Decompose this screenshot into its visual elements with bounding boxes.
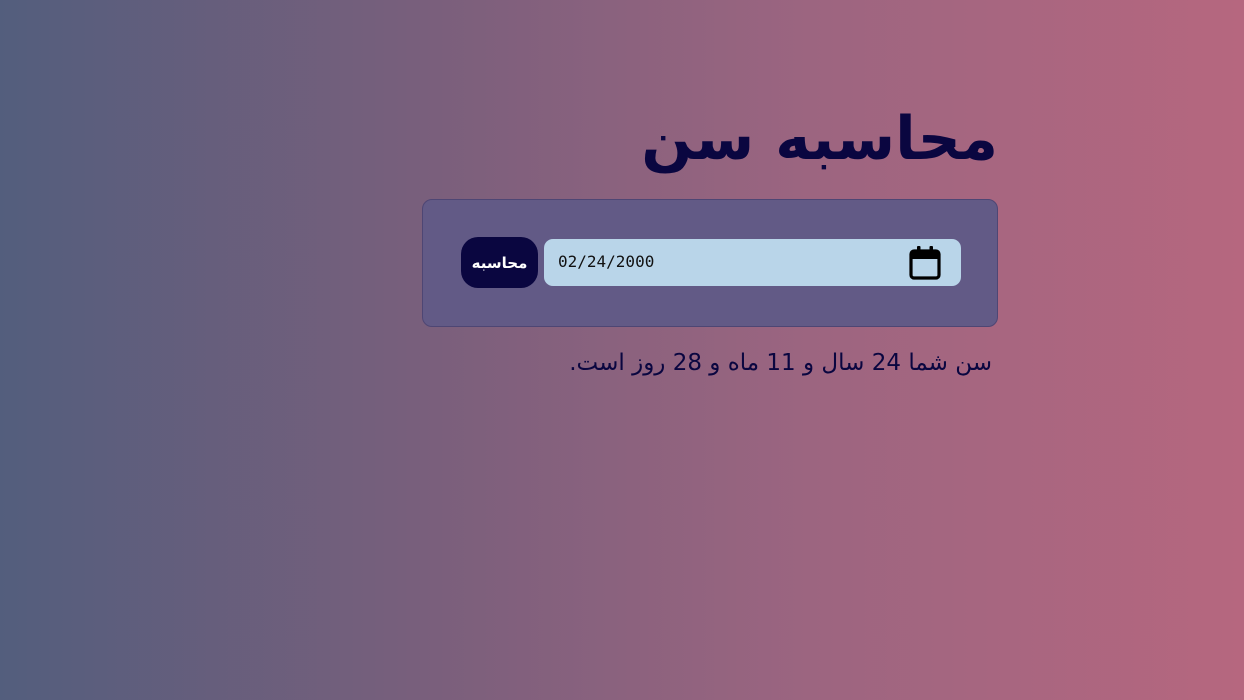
page-title: محاسبه سن [641,104,998,174]
calculate-button[interactable]: محاسبه [461,237,538,288]
age-result-text: سن شما 24 سال و 11 ماه و 28 روز است. [569,350,992,376]
birthdate-value[interactable]: 02/24/2000 [558,252,654,272]
calendar-icon[interactable] [907,244,943,282]
birthdate-input[interactable]: 02/24/2000 [544,239,961,286]
calculator-card: محاسبه 02/24/2000 [422,199,998,327]
age-calculator-page: محاسبه سن محاسبه 02/24/2000 سن شما 24 سا… [422,0,998,700]
